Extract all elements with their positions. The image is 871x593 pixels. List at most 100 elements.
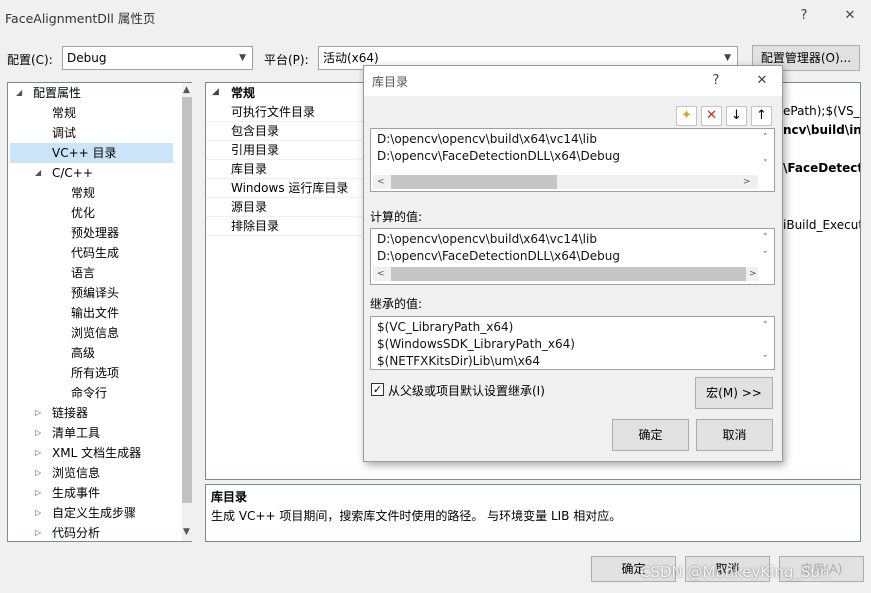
tree-item[interactable]: 浏览信息 — [52, 463, 100, 483]
scroll-right-icon[interactable]: > — [749, 269, 757, 279]
config-select[interactable]: Debug ▼ — [62, 46, 253, 70]
tree-scrollbar[interactable]: ▲ ▼ — [182, 83, 192, 541]
grid-row-name[interactable]: 引用目录 — [206, 141, 364, 160]
tree-item[interactable]: 优化 — [71, 203, 95, 223]
paths-editor[interactable]: D:\opencv\opencv\build\x64\vc14\lib D:\o… — [370, 128, 775, 192]
dialog-ok-button[interactable]: 确定 — [612, 419, 689, 451]
scroll-down-icon[interactable]: ˅ — [763, 251, 768, 261]
dialog-close-button[interactable]: ✕ — [752, 71, 772, 91]
tree-item-label: 优化 — [71, 206, 96, 220]
help-button[interactable]: ? — [794, 6, 814, 26]
tree-item-label: C/C++ — [52, 166, 93, 180]
grid-value-lib: \FaceDetectio — [783, 161, 860, 175]
collapsed-icon[interactable]: ▷ — [35, 528, 41, 537]
config-value: Debug — [67, 51, 107, 65]
delete-icon[interactable]: ✕ — [701, 106, 722, 126]
scroll-left-icon[interactable]: < — [377, 177, 385, 187]
grid-row-name[interactable]: 源目录 — [206, 198, 364, 217]
computed-line: D:\opencv\FaceDetectionDLL\x64\Debug — [377, 249, 620, 263]
tree-item[interactable]: 常规 — [71, 183, 95, 203]
scroll-up-icon[interactable]: ˄ — [763, 321, 768, 331]
scroll-up-icon[interactable]: ˄ — [763, 133, 768, 143]
tree-item-label: 调试 — [52, 126, 77, 140]
tree-item[interactable]: 浏览信息 — [71, 323, 119, 343]
scroll-left-icon[interactable]: < — [377, 269, 385, 279]
collapse-icon[interactable]: ◢ — [212, 87, 219, 97]
collapsed-icon[interactable]: ▷ — [35, 468, 41, 477]
collapsed-icon[interactable]: ▷ — [35, 448, 41, 457]
description-panel: 库目录 生成 VC++ 项目期间，搜索库文件时使用的路径。 与环境变量 LIB … — [205, 484, 861, 542]
window-title: FaceAlignmentDll 属性页 — [5, 11, 156, 26]
new-line-icon[interactable]: ✦ — [676, 106, 697, 126]
tree-item[interactable]: 链接器 — [52, 403, 88, 423]
tree-item[interactable]: VC++ 目录 — [10, 143, 173, 163]
tree-item[interactable]: 命令行 — [71, 383, 107, 403]
computed-label: 计算的值: — [370, 210, 423, 224]
collapsed-icon[interactable]: ▷ — [35, 508, 41, 517]
tree-item[interactable]: 配置属性 — [33, 83, 81, 103]
tree-item[interactable]: 高级 — [71, 343, 95, 363]
grid-value-include: ncv\build\inc — [783, 123, 861, 137]
collapsed-icon[interactable]: ▷ — [35, 488, 41, 497]
tree-item[interactable]: 所有选项 — [71, 363, 119, 383]
property-tree[interactable]: 配置属性 ◢ 常规 调试 VC++ 目录 C/C++ ◢ 常规 优化 预处理器 代码生成 语言 预编译头… — [7, 82, 192, 542]
computed-values: D:\opencv\opencv\build\x64\vc14\lib D:\o… — [370, 228, 775, 285]
tree-item[interactable]: 预处理器 — [71, 223, 119, 243]
path-line[interactable]: D:\opencv\opencv\build\x64\vc14\lib — [377, 132, 597, 146]
scroll-right-icon[interactable]: > — [743, 177, 751, 187]
grid-row-name[interactable]: 排除目录 — [206, 217, 364, 236]
tree-item[interactable]: 代码生成 — [71, 243, 119, 263]
move-down-icon[interactable]: ↓ — [726, 106, 747, 126]
scroll-up-icon[interactable]: ▲ — [183, 85, 190, 95]
scroll-down-icon[interactable]: ˅ — [763, 159, 768, 169]
collapsed-icon[interactable]: ▷ — [35, 428, 41, 437]
config-label: 配置(C): — [7, 53, 53, 67]
computed-hscroll-thumb[interactable] — [391, 267, 746, 281]
tree-item[interactable]: 代码分析 — [52, 523, 100, 543]
inherit-checkbox-label: 从父级或项目默认设置继承(I) — [388, 384, 545, 398]
tree-item-label: 浏览信息 — [52, 466, 101, 480]
tree-item-label: 预处理器 — [71, 226, 120, 240]
tree-item[interactable]: 生成事件 — [52, 483, 100, 503]
tree-item[interactable]: 清单工具 — [52, 423, 100, 443]
grid-section-title: 常规 — [231, 86, 256, 100]
tree-item[interactable]: C/C++ — [52, 163, 93, 183]
tree-item[interactable]: 调试 — [52, 123, 76, 143]
scroll-down-icon[interactable]: ▼ — [183, 527, 190, 537]
grid-row-name[interactable]: 库目录 — [206, 160, 364, 179]
platform-label: 平台(P): — [264, 53, 309, 67]
grid-row-name[interactable]: Windows 运行库目录 — [206, 179, 364, 198]
tree-item-label: 浏览信息 — [71, 326, 120, 340]
tree-scroll-thumb[interactable] — [182, 97, 192, 503]
tree-item[interactable]: 常规 — [52, 103, 76, 123]
inherit-checkbox[interactable]: ✓ — [371, 383, 384, 396]
tree-item[interactable]: 自定义生成步骤 — [52, 503, 136, 523]
collapsed-icon[interactable]: ▷ — [35, 408, 41, 417]
expanded-icon[interactable]: ◢ — [35, 168, 41, 177]
tree-item[interactable]: 输出文件 — [71, 303, 119, 323]
paths-hscroll-thumb[interactable] — [391, 175, 557, 189]
grid-row-name[interactable]: 包含目录 — [206, 122, 364, 141]
tree-item-label: 所有选项 — [71, 366, 120, 380]
tree-item[interactable]: 语言 — [71, 263, 95, 283]
scroll-up-icon[interactable]: ˄ — [763, 233, 768, 243]
grid-row-name[interactable]: 可执行文件目录 — [206, 103, 364, 122]
scroll-down-icon[interactable]: ˅ — [763, 355, 768, 365]
dialog-cancel-button[interactable]: 取消 — [696, 419, 773, 451]
path-line[interactable]: D:\opencv\FaceDetectionDLL\x64\Debug — [377, 149, 620, 163]
move-up-icon[interactable]: ↑ — [751, 106, 772, 126]
tree-item-label: 预编译头 — [71, 286, 120, 300]
tree-item[interactable]: XML 文档生成器 — [52, 443, 141, 463]
close-button[interactable]: ✕ — [840, 6, 860, 26]
grid-value-exec: ePath);$(VS_E — [783, 104, 861, 118]
tree-item-label: 自定义生成步骤 — [52, 506, 137, 520]
tree-item-label: 命令行 — [71, 386, 108, 400]
dialog-help-button[interactable]: ? — [706, 71, 726, 91]
inherited-line: $(VC_LibraryPath_x64) — [377, 320, 514, 334]
tree-item[interactable]: 预编译头 — [71, 283, 119, 303]
tree-item-label: 代码分析 — [52, 526, 101, 540]
chevron-down-icon: ▼ — [239, 53, 246, 63]
expanded-icon[interactable]: ◢ — [16, 88, 22, 97]
tree-item-label: 高级 — [71, 346, 96, 360]
macros-button[interactable]: 宏(M) >> — [695, 377, 773, 409]
